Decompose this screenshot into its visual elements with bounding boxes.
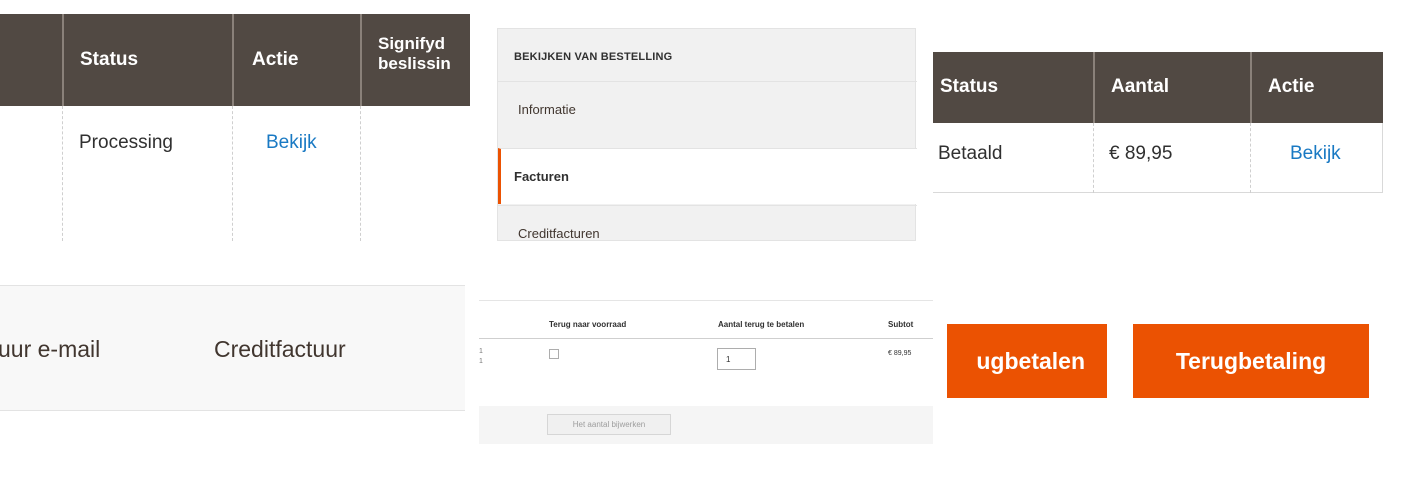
tab-invoice-email[interactable]: uur e-mail: [0, 336, 100, 363]
grid-header-status[interactable]: Status: [933, 52, 1093, 123]
refund-offline-label: ugbetalen: [976, 348, 1085, 374]
column-qty-to-refund: Aantal terug te betalen: [718, 320, 805, 329]
invoice-grid-panel: Status Aantal Actie Betaald € 89,95 Beki…: [933, 0, 1411, 241]
order-tabs-bar: uur e-mail Creditfactuur: [0, 285, 465, 411]
order-grid-panel: Status Actie Signifyd beslissin Processin…: [0, 0, 470, 241]
tab-credit-memos[interactable]: Creditfacturen: [498, 205, 917, 241]
grid-header-signifyd[interactable]: Signifyd beslissin: [360, 14, 470, 106]
row-fragment: 1: [479, 358, 483, 365]
refund-offline-button[interactable]: ugbetalen: [947, 324, 1107, 398]
order-grid-header: Status Actie Signifyd beslissin: [0, 14, 470, 106]
invoice-grid-row: Betaald € 89,95 Bekijk: [933, 123, 1383, 193]
column-divider: [1250, 123, 1251, 193]
return-to-stock-checkbox[interactable]: [549, 349, 559, 359]
tab-invoices[interactable]: Facturen: [498, 148, 917, 204]
order-view-title: BEKIJKEN VAN BESTELLING: [514, 51, 673, 63]
column-divider: [62, 106, 63, 241]
column-divider: [1093, 123, 1094, 193]
qty-to-refund-input[interactable]: 1: [717, 348, 756, 370]
update-qty-button[interactable]: Het aantal bijwerken: [547, 414, 671, 435]
grid-header-action[interactable]: Actie: [232, 14, 360, 106]
tab-information[interactable]: Informatie: [498, 81, 917, 137]
refund-button[interactable]: Terugbetaling: [1133, 324, 1369, 398]
grid-header-status[interactable]: Status: [62, 14, 232, 106]
order-view-tabs: BEKIJKEN VAN BESTELLING Informatie Factu…: [497, 28, 917, 241]
creditmemo-items-panel: Terug naar voorraad Aantal terug te beta…: [479, 256, 933, 486]
grid-header-cell: [0, 14, 62, 106]
column-divider: [360, 106, 361, 241]
decision-label: beslissin: [378, 54, 451, 73]
grid-header-amount[interactable]: Aantal: [1093, 52, 1250, 123]
signifyd-label: Signifyd: [378, 34, 446, 53]
refund-buttons-panel: ugbetalen Terugbetaling: [947, 256, 1411, 486]
invoice-status-cell: Betaald: [938, 143, 1003, 164]
tab-credit-memo[interactable]: Creditfactuur: [214, 336, 346, 363]
row-subtotal: € 89,95: [888, 350, 912, 357]
order-view-panel: BEKIJKEN VAN BESTELLING Informatie Factu…: [470, 0, 933, 241]
order-status-cell: Processing: [79, 132, 173, 153]
divider: [479, 300, 933, 301]
view-order-link[interactable]: Bekijk: [266, 132, 317, 154]
divider: [479, 338, 933, 339]
view-invoice-link[interactable]: Bekijk: [1290, 143, 1341, 165]
invoice-grid-header: Status Aantal Actie: [933, 52, 1383, 123]
column-divider: [232, 106, 233, 241]
row-fragment: 1: [479, 348, 483, 355]
order-tabs-panel: uur e-mail Creditfactuur: [0, 256, 465, 486]
order-grid-row: Processing Bekijk: [0, 106, 470, 241]
column-subtotal: Subtot: [888, 320, 914, 329]
invoice-amount-cell: € 89,95: [1109, 143, 1173, 164]
column-return-to-stock: Terug naar voorraad: [549, 320, 627, 329]
grid-header-action[interactable]: Actie: [1250, 52, 1383, 123]
